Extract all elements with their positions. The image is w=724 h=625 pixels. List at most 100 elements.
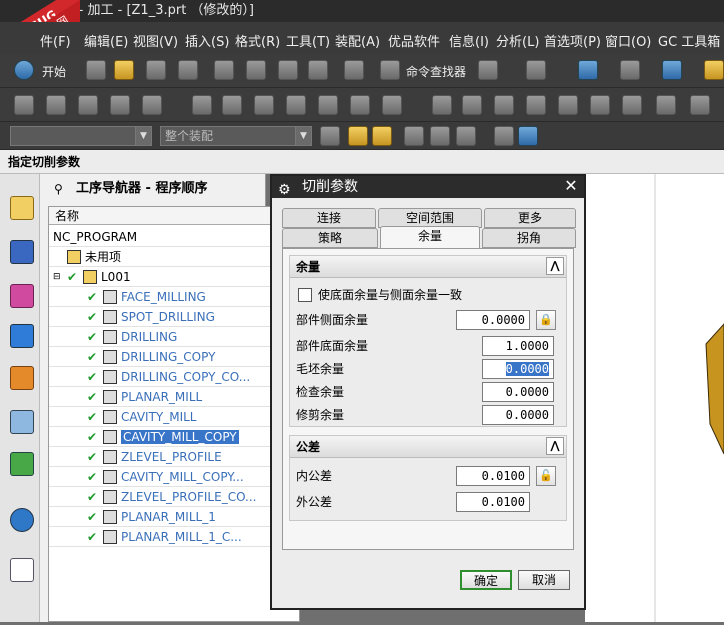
cutter-location-icon[interactable] xyxy=(656,95,676,115)
object-display-icon[interactable] xyxy=(494,95,514,115)
create-geometry-icon[interactable] xyxy=(78,95,98,115)
menu-analysis[interactable]: 分析(L) xyxy=(496,31,539,50)
tree-group[interactable]: ⊟ ✔ L001 xyxy=(49,267,299,287)
point-constructor-icon[interactable] xyxy=(372,126,392,146)
start-button[interactable]: 开始 xyxy=(42,63,66,80)
select-body-icon[interactable] xyxy=(518,126,538,146)
list-toolpath-icon[interactable] xyxy=(254,95,274,115)
menu-youpin[interactable]: 优品软件 xyxy=(388,31,440,50)
graphics-window[interactable] xyxy=(585,174,724,622)
select-solid-icon[interactable] xyxy=(494,126,514,146)
tree-unused[interactable]: 未用项 xyxy=(49,247,299,267)
save-icon[interactable] xyxy=(146,60,166,80)
web-browser-icon[interactable] xyxy=(10,508,34,532)
tool-list-icon[interactable] xyxy=(690,95,710,115)
table-row[interactable]: ✔ DRILLING xyxy=(49,327,299,347)
quick-pick-icon[interactable] xyxy=(430,126,450,146)
assembly-scope-combo[interactable]: 整个装配 ▼ xyxy=(160,126,312,146)
constraint-nav-icon[interactable] xyxy=(10,240,34,264)
undo-icon[interactable] xyxy=(344,60,364,80)
menu-view[interactable]: 视图(V) xyxy=(133,31,178,50)
generate-toolpath-icon[interactable] xyxy=(192,95,212,115)
tree-root[interactable]: NC_PROGRAM xyxy=(49,227,299,247)
operation-nav-icon[interactable] xyxy=(10,324,34,348)
trim-stock-input[interactable]: 0.0000 xyxy=(482,405,554,425)
shop-doc-icon[interactable] xyxy=(382,95,402,115)
same-floor-side-checkbox[interactable] xyxy=(298,288,312,302)
tab-corners[interactable]: 拐角 xyxy=(482,228,576,248)
menu-info[interactable]: 信息(I) xyxy=(449,31,489,50)
table-row[interactable]: ✔ PLANAR_MILL_1 xyxy=(49,507,299,527)
type-filter-combo[interactable]: ▼ xyxy=(10,126,152,146)
fit-view-icon[interactable] xyxy=(578,60,598,80)
filter-reset-icon[interactable] xyxy=(320,126,340,146)
verify-toolpath-icon[interactable] xyxy=(286,95,306,115)
table-row[interactable]: ✔ ZLEVEL_PROFILE_CO... xyxy=(49,487,299,507)
object-transform-icon[interactable] xyxy=(526,95,546,115)
outtol-input[interactable]: 0.0100 xyxy=(456,492,530,512)
menu-assembly[interactable]: 装配(A) xyxy=(335,31,380,50)
menu-preferences[interactable]: 首选项(P) xyxy=(544,31,601,50)
table-row[interactable]: ✔ SPOT_DRILLING xyxy=(49,307,299,327)
pin-icon[interactable]: ⚲ xyxy=(54,174,63,204)
check-stock-input[interactable]: 0.0000 xyxy=(482,382,554,402)
cut-icon[interactable] xyxy=(214,60,234,80)
history-icon[interactable] xyxy=(10,452,34,476)
part-nav-icon[interactable] xyxy=(10,284,34,308)
table-row[interactable]: ✔ FACE_MILLING xyxy=(49,287,299,307)
unlock-icon[interactable]: 🔓 xyxy=(536,466,556,486)
create-method-icon[interactable] xyxy=(110,95,130,115)
copy-icon[interactable] xyxy=(246,60,266,80)
tab-containment[interactable]: 空间范围 xyxy=(378,208,482,228)
tab-strategy[interactable]: 策略 xyxy=(282,228,378,248)
machine-nav-icon[interactable] xyxy=(10,366,34,390)
snap-point-icon[interactable] xyxy=(348,126,368,146)
table-row[interactable]: ✔ ZLEVEL_PROFILE xyxy=(49,447,299,467)
assembly-nav-icon[interactable] xyxy=(10,196,34,220)
stock-group-header[interactable]: 余量 ⋀ xyxy=(290,256,566,278)
new-file-icon[interactable] xyxy=(86,60,106,80)
system-materials-icon[interactable] xyxy=(10,558,34,582)
lock-icon[interactable]: 🔒 xyxy=(536,310,556,330)
tolerance-group-header[interactable]: 公差 ⋀ xyxy=(290,436,566,458)
part-side-stock-input[interactable]: 0.0000 xyxy=(456,310,530,330)
table-row[interactable]: ✔ PLANAR_MILL xyxy=(49,387,299,407)
cancel-button[interactable]: 取消 xyxy=(518,570,570,590)
tab-stock[interactable]: 余量 xyxy=(380,226,480,248)
print-icon[interactable] xyxy=(178,60,198,80)
collapse-tolerance-icon[interactable]: ⋀ xyxy=(546,437,564,455)
open-folder-icon[interactable] xyxy=(114,60,134,80)
layer-icon[interactable] xyxy=(704,60,724,80)
command-finder-button[interactable]: 命令查找器 xyxy=(406,63,466,80)
postprocess-icon[interactable] xyxy=(350,95,370,115)
info-window-icon[interactable] xyxy=(526,60,546,80)
table-row[interactable]: ✔ CAVITY_MILL xyxy=(49,407,299,427)
table-row[interactable]: ✔ CAVITY_MILL_COPY... xyxy=(49,467,299,487)
table-row[interactable]: ✔ PLANAR_MILL_1_C... xyxy=(49,527,299,547)
replay-toolpath-icon[interactable] xyxy=(222,95,242,115)
menu-file[interactable]: 件(F) xyxy=(40,31,71,50)
menu-window[interactable]: 窗口(O) xyxy=(605,31,651,50)
create-tool-icon[interactable] xyxy=(46,95,66,115)
create-program-icon[interactable] xyxy=(14,95,34,115)
select-rectangle-icon[interactable] xyxy=(456,126,476,146)
collapse-stock-icon[interactable]: ⋀ xyxy=(546,257,564,275)
ok-button[interactable]: 确定 xyxy=(460,570,512,590)
table-row[interactable]: ✔ CAVITY_MILL_COPY xyxy=(49,427,299,447)
tab-more[interactable]: 更多 xyxy=(484,208,576,228)
delete-toolpath-icon[interactable] xyxy=(318,95,338,115)
tool-path-edit-icon[interactable] xyxy=(462,95,482,115)
intol-input[interactable]: 0.0100 xyxy=(456,466,530,486)
column-header-name[interactable]: 名称 xyxy=(49,207,299,225)
table-row[interactable]: ✔ DRILLING_COPY xyxy=(49,347,299,367)
expand-icon[interactable]: ⊟ xyxy=(53,267,61,286)
reuse-library-icon[interactable] xyxy=(10,410,34,434)
tab-connections[interactable]: 连接 xyxy=(282,208,376,228)
snap-settings-icon[interactable] xyxy=(404,126,424,146)
object-copy-icon[interactable] xyxy=(558,95,578,115)
command-finder-icon[interactable] xyxy=(380,60,400,80)
render-style-icon[interactable] xyxy=(620,60,640,80)
menu-gc-toolbox[interactable]: GC 工具箱 xyxy=(658,31,720,50)
delete-icon[interactable] xyxy=(308,60,328,80)
feeds-speeds-icon[interactable] xyxy=(432,95,452,115)
